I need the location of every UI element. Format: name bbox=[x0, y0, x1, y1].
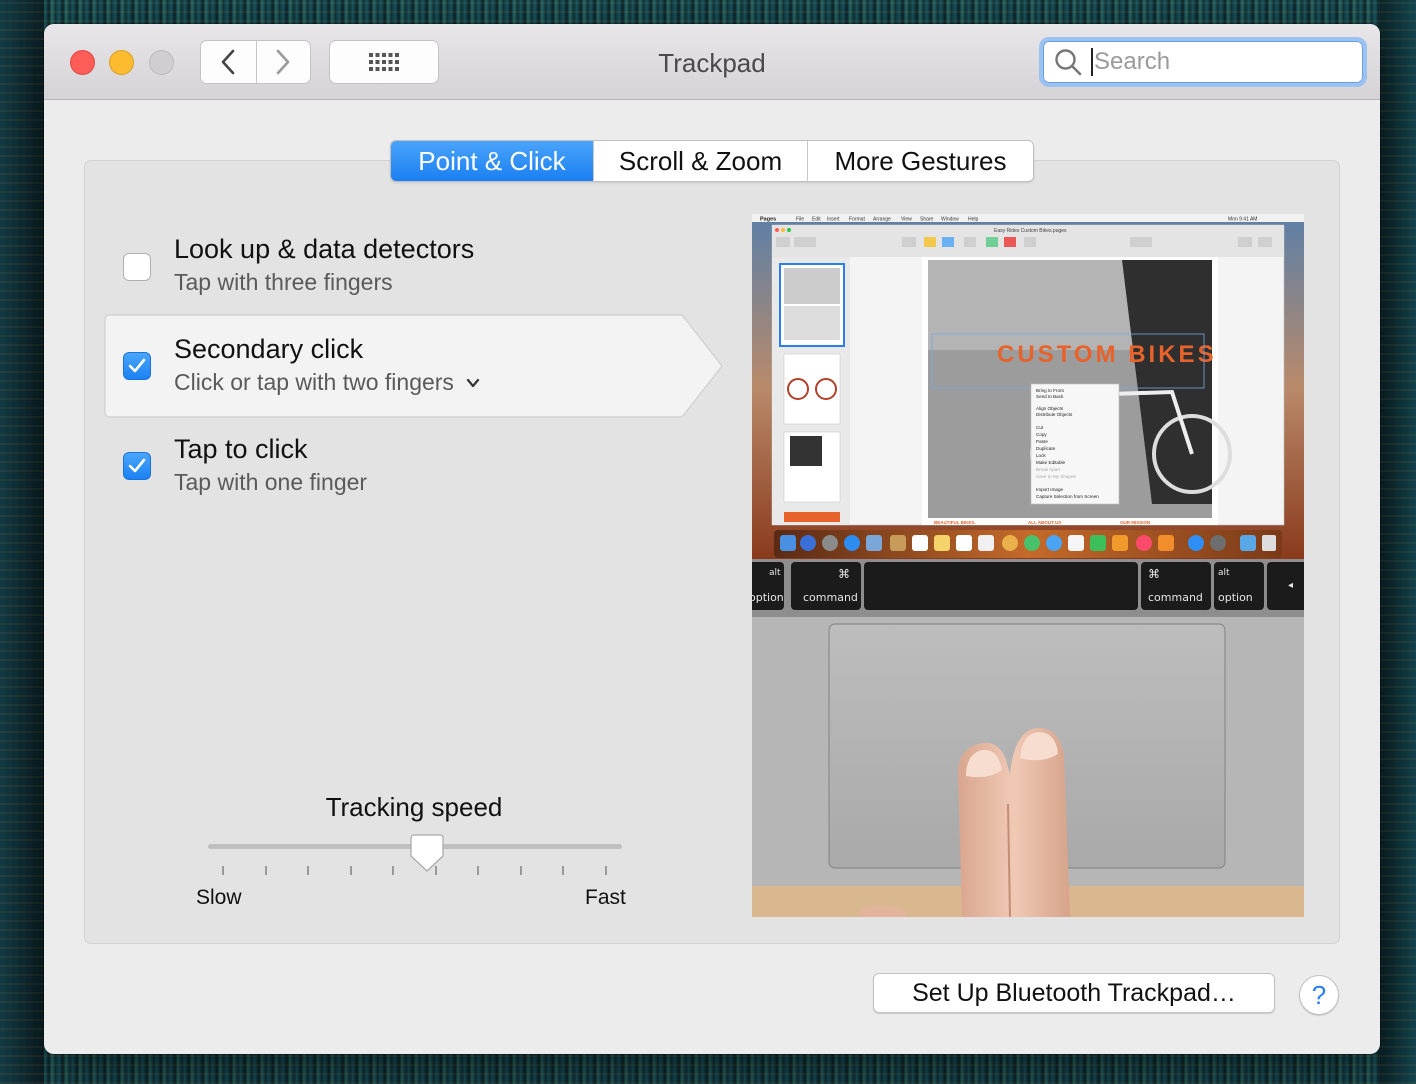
context-menu-item: Cut bbox=[1036, 425, 1044, 430]
option-subtitle: Tap with three fingers bbox=[174, 269, 393, 295]
slider-tick bbox=[264, 866, 267, 875]
search-input[interactable] bbox=[1094, 48, 1354, 76]
context-menu-item: Lock bbox=[1036, 453, 1046, 458]
tracking-speed-thumb[interactable] bbox=[410, 834, 445, 872]
option-lookup[interactable]: Look up & data detectors Tap with three … bbox=[104, 214, 724, 318]
help-button[interactable]: ? bbox=[1299, 975, 1339, 1015]
setup-bluetooth-trackpad-button[interactable]: Set Up Bluetooth Trackpad… bbox=[873, 973, 1275, 1013]
slider-tick bbox=[307, 866, 309, 875]
slider-tick bbox=[477, 866, 479, 875]
preview-menu-item: View bbox=[901, 217, 912, 223]
preview-clock: Mon 9:41 AM bbox=[1228, 217, 1257, 223]
key-label: option bbox=[752, 591, 784, 604]
slider-tick bbox=[562, 866, 564, 875]
tab-bar: Point & Click Scroll & Zoom More Gesture… bbox=[390, 140, 1034, 182]
context-menu-item: Copy bbox=[1036, 432, 1047, 437]
option-secondary-click[interactable]: Secondary click Click or tap with two fi… bbox=[104, 314, 724, 418]
context-menu-item: Make Editable bbox=[1036, 460, 1066, 465]
context-menu-item: Capture Selection from Screen bbox=[1036, 494, 1099, 499]
preview-menu-item: File bbox=[796, 217, 804, 223]
preview-menu-item: Window bbox=[941, 217, 959, 223]
key-label: command bbox=[803, 591, 858, 604]
slider-tick bbox=[604, 866, 607, 875]
context-menu-item: Distribute Objects bbox=[1036, 412, 1073, 417]
preferences-window: Trackpad Point & Click Scroll & Zoom Mor… bbox=[44, 24, 1380, 1054]
tab-scroll-zoom[interactable]: Scroll & Zoom bbox=[593, 141, 807, 181]
slider-tick bbox=[392, 866, 394, 875]
preview-footer-label: BEAUTIFUL BIKES. bbox=[934, 520, 976, 525]
text-caret bbox=[1091, 48, 1093, 76]
preview-menubar-app: Pages bbox=[760, 217, 776, 223]
option-subtitle: Tap with one finger bbox=[174, 469, 368, 495]
key-label: command bbox=[1148, 591, 1203, 604]
secondary-click-checkbox[interactable] bbox=[123, 352, 151, 380]
search-field[interactable] bbox=[1039, 37, 1367, 87]
option-title: Look up & data detectors bbox=[174, 234, 475, 264]
context-menu-item: Bring to Front bbox=[1036, 388, 1065, 393]
context-menu-item: Align Objects bbox=[1036, 406, 1064, 411]
tracking-speed-min-label: Slow bbox=[196, 886, 242, 909]
option-title: Secondary click bbox=[174, 334, 364, 364]
checkmark-icon bbox=[128, 458, 146, 473]
preview-doc-title: Easy Rides Custom Bikes.pages bbox=[994, 228, 1067, 234]
preview-doc-heading: CUSTOM BIKES bbox=[997, 341, 1217, 368]
option-title: Tap to click bbox=[174, 434, 308, 464]
tracking-speed-label: Tracking speed bbox=[325, 792, 503, 822]
checkmark-icon bbox=[128, 358, 146, 373]
key-label: alt bbox=[1218, 568, 1230, 578]
preview-menu-item: Share bbox=[920, 217, 934, 223]
secondary-click-popup[interactable]: Click or tap with two fingers bbox=[174, 369, 480, 396]
key-label: option bbox=[1218, 591, 1253, 604]
selection-highlight bbox=[104, 314, 723, 418]
key-label: ⌘ bbox=[838, 567, 850, 581]
key-label: ◂ bbox=[1288, 580, 1293, 591]
tab-more-gestures[interactable]: More Gestures bbox=[807, 141, 1033, 181]
preview-menu-item: Help bbox=[968, 217, 979, 223]
preview-menu-item: Edit bbox=[812, 217, 821, 223]
context-menu-item: Duplicate bbox=[1036, 446, 1056, 451]
lookup-checkbox[interactable] bbox=[123, 253, 151, 281]
option-tap-to-click[interactable]: Tap to click Tap with one finger bbox=[104, 414, 724, 518]
gesture-preview-video: Pages File Edit Insert Format Arrange Vi… bbox=[752, 214, 1304, 917]
key-label: alt bbox=[769, 568, 781, 578]
preview-footer-label: OUR MISSION bbox=[1120, 520, 1150, 525]
context-menu-item: Save to My Shapes bbox=[1036, 474, 1077, 479]
preview-dock-icons bbox=[780, 535, 1276, 551]
tracking-speed-max-label: Fast bbox=[585, 886, 626, 909]
context-menu-item: Send to Back bbox=[1036, 394, 1064, 399]
slider-tick bbox=[222, 866, 224, 875]
preview-context-menu: Bring to Front Send to Back Align Object… bbox=[1030, 383, 1120, 505]
context-menu-item: Break Apart bbox=[1036, 467, 1061, 472]
context-menu-item: Paste bbox=[1036, 439, 1048, 444]
context-menu-item: Import Image bbox=[1036, 487, 1064, 492]
slider-tick bbox=[349, 866, 352, 875]
titlebar: Trackpad bbox=[44, 24, 1380, 100]
option-subtitle: Click or tap with two fingers bbox=[174, 369, 454, 395]
search-icon bbox=[1055, 49, 1082, 76]
key-label: ⌘ bbox=[1148, 567, 1160, 581]
tab-point-click[interactable]: Point & Click bbox=[391, 141, 593, 181]
preview-illustration: Pages File Edit Insert Format Arrange Vi… bbox=[752, 214, 1304, 917]
slider-tick bbox=[519, 866, 522, 875]
preview-menu-item: Format bbox=[849, 217, 865, 223]
tap-to-click-checkbox[interactable] bbox=[123, 452, 151, 480]
preview-menu-item: Arrange bbox=[873, 217, 891, 223]
preview-footer-label: ALL ABOUT US bbox=[1028, 520, 1061, 525]
preview-menu-item: Insert bbox=[827, 217, 840, 223]
chevron-down-icon bbox=[466, 378, 480, 387]
